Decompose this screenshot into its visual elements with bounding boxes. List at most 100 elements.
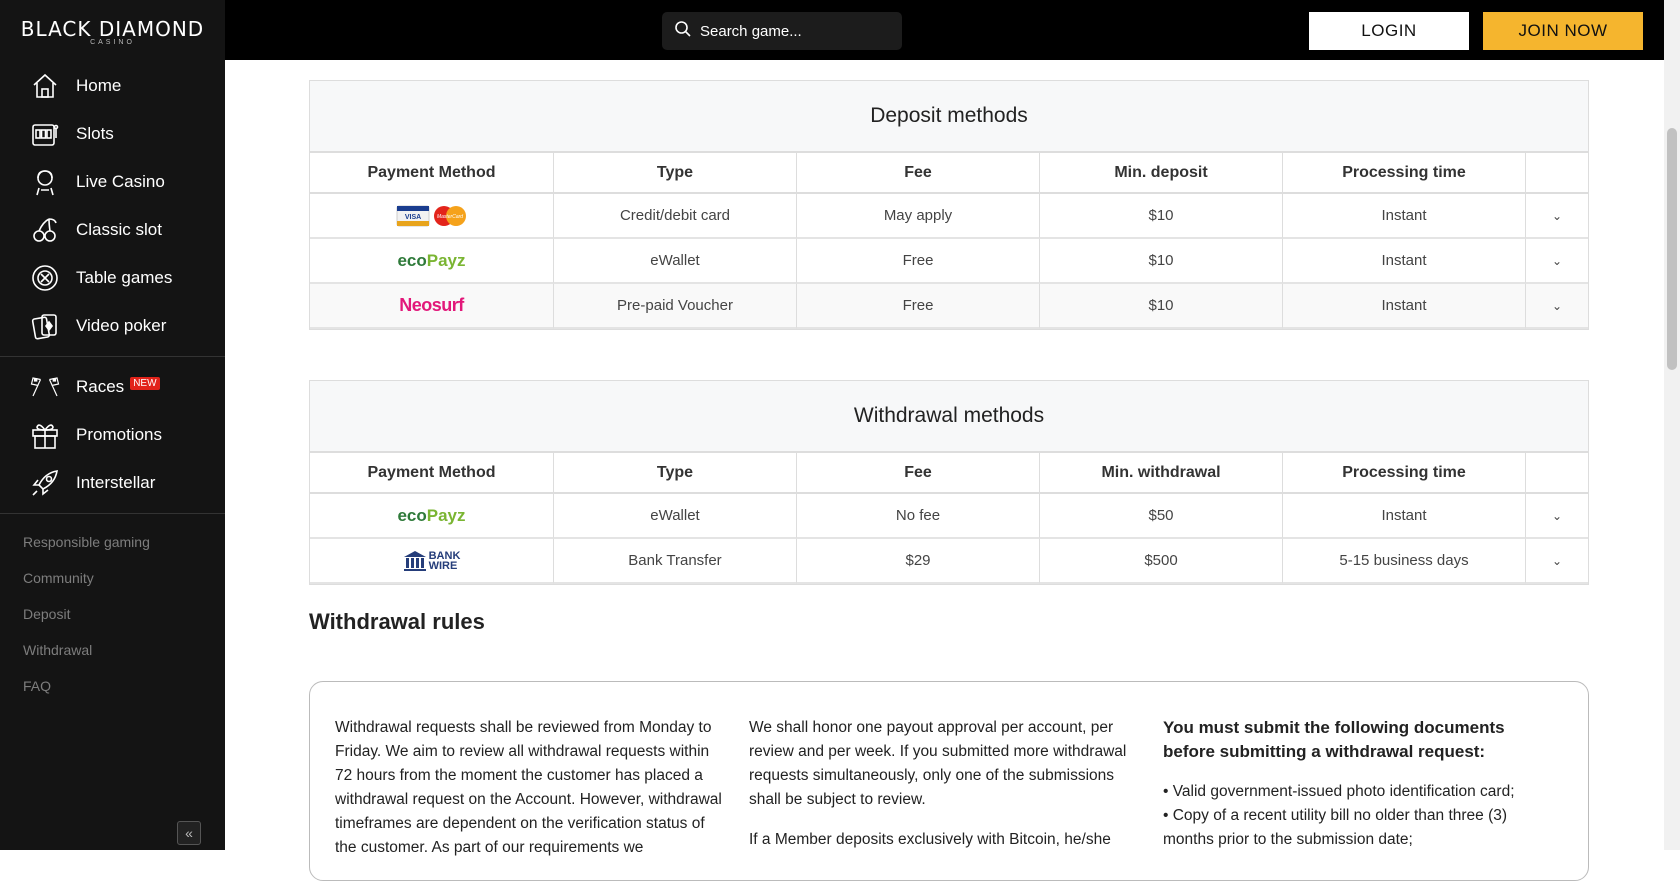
type-cell: eWallet [554, 239, 797, 284]
payment-method-cell: Neosurf [310, 284, 554, 329]
column-header: Payment Method [310, 453, 554, 494]
join-now-button[interactable]: JOIN NOW [1483, 12, 1643, 50]
withdrawal-methods-table: Withdrawal methods Payment Method Type F… [309, 380, 1589, 585]
expand-row-button[interactable]: ⌄ [1526, 539, 1588, 584]
brand-tagline: CASINO [90, 38, 135, 46]
home-icon [30, 71, 60, 101]
sidebar-item-slots[interactable]: Slots [0, 110, 225, 158]
footer-links: Responsible gaming Community Deposit Wit… [0, 520, 225, 704]
rocket-icon [30, 468, 60, 498]
table-row[interactable]: VISA MasterCard Credit/debit card May ap… [310, 194, 1588, 239]
mastercard-logo: MasterCard [433, 205, 466, 226]
withdrawal-rules-box: Withdrawal requests shall be reviewed fr… [309, 681, 1589, 881]
document-item: • Valid government-issued photo identifi… [1163, 783, 1515, 800]
login-button[interactable]: LOGIN [1309, 12, 1469, 50]
chevron-down-icon: ⌄ [1551, 298, 1563, 313]
sidebar-item-label: Live Casino [76, 172, 165, 191]
rules-paragraph: We shall honor one payout approval per a… [749, 719, 1127, 808]
column-header: Fee [797, 453, 1040, 494]
new-badge: NEW [130, 376, 160, 390]
min-deposit-cell: $10 [1040, 284, 1283, 329]
payment-method-cell: BANK WIRE [310, 539, 554, 584]
link-faq[interactable]: FAQ [0, 668, 225, 704]
required-documents-heading: You must submit the following documents … [1163, 718, 1505, 761]
column-header: Processing time [1283, 453, 1526, 494]
sidebar-item-table-games[interactable]: Table games [0, 254, 225, 302]
column-header: Min. deposit [1040, 153, 1283, 194]
expand-row-button[interactable]: ⌄ [1526, 284, 1588, 329]
fee-cell: $29 [797, 539, 1040, 584]
sidebar-item-races[interactable]: Races NEW [0, 363, 225, 411]
table-header-row: Payment Method Type Fee Min. withdrawal … [310, 453, 1588, 494]
search-icon [674, 20, 692, 43]
sidebar-item-label: Promotions [76, 425, 162, 444]
table-row[interactable]: ecoPayz eWallet Free $10 Instant ⌄ [310, 239, 1588, 284]
sidebar-item-promotions[interactable]: Promotions [0, 411, 225, 459]
secondary-nav: Races NEW Promotions Interstellar [0, 363, 225, 507]
sidebar-item-home[interactable]: Home [0, 62, 225, 110]
payment-method-cell: ecoPayz [310, 239, 554, 284]
neosurf-logo: Neosurf [399, 295, 464, 315]
ecopayz-logo: ecoPayz [397, 250, 466, 270]
fee-cell: No fee [797, 494, 1040, 539]
type-cell: Pre-paid Voucher [554, 284, 797, 329]
expand-row-button[interactable]: ⌄ [1526, 239, 1588, 284]
search-input[interactable] [700, 22, 890, 40]
type-cell: Bank Transfer [554, 539, 797, 584]
column-header: Processing time [1283, 153, 1526, 194]
ecopayz-logo: ecoPayz [397, 505, 466, 525]
withdrawal-methods-title: Withdrawal methods [310, 381, 1588, 453]
processing-time-cell: Instant [1283, 194, 1526, 239]
expand-row-button[interactable]: ⌄ [1526, 494, 1588, 539]
type-cell: Credit/debit card [554, 194, 797, 239]
table-row[interactable]: Neosurf Pre-paid Voucher Free $10 Instan… [310, 284, 1588, 329]
column-header: Type [554, 453, 797, 494]
sidebar-item-label: Races [76, 377, 125, 396]
sidebar-item-video-poker[interactable]: Video poker [0, 302, 225, 350]
column-header: Type [554, 153, 797, 194]
link-community[interactable]: Community [0, 560, 225, 596]
table-header-row: Payment Method Type Fee Min. deposit Pro… [310, 153, 1588, 194]
search-bar[interactable] [662, 12, 902, 50]
link-responsible-gaming[interactable]: Responsible gaming [0, 524, 225, 560]
fee-cell: May apply [797, 194, 1040, 239]
column-header: Min. withdrawal [1040, 453, 1283, 494]
chevron-down-icon: ⌄ [1551, 553, 1563, 568]
sidebar-item-live-casino[interactable]: Live Casino [0, 158, 225, 206]
type-cell: eWallet [554, 494, 797, 539]
payment-method-cell: VISA MasterCard [310, 194, 554, 239]
min-deposit-cell: $10 [1040, 239, 1283, 284]
column-header-empty [1526, 453, 1588, 494]
brand-logo[interactable]: BLACK DIAMOND CASINO [0, 0, 225, 62]
svg-text:VISA: VISA [404, 214, 420, 221]
bank-wire-logo: BANK WIRE [403, 550, 460, 572]
page-scrollbar[interactable] [1664, 0, 1680, 850]
slots-icon [30, 119, 60, 149]
rules-paragraph: If a Member deposits exclusively with Bi… [749, 831, 1111, 848]
fee-cell: Free [797, 239, 1040, 284]
race-flags-icon [30, 372, 60, 402]
sidebar-item-interstellar[interactable]: Interstellar [0, 459, 225, 507]
roulette-icon [30, 263, 60, 293]
min-withdrawal-cell: $50 [1040, 494, 1283, 539]
rules-column-2: We shall honor one payout approval per a… [749, 716, 1139, 880]
sidebar-item-classic-slot[interactable]: Classic slot [0, 206, 225, 254]
processing-time-cell: Instant [1283, 494, 1526, 539]
expand-row-button[interactable]: ⌄ [1526, 194, 1588, 239]
column-header-empty [1526, 153, 1588, 194]
table-row[interactable]: ecoPayz eWallet No fee $50 Instant ⌄ [310, 494, 1588, 539]
withdrawal-rules-title: Withdrawal rules [309, 609, 485, 634]
collapse-sidebar-button[interactable]: « [177, 821, 201, 845]
scrollbar-thumb[interactable] [1667, 128, 1677, 370]
rules-paragraph: Withdrawal requests shall be reviewed fr… [335, 719, 722, 856]
bank-icon [403, 550, 426, 571]
link-withdrawal[interactable]: Withdrawal [0, 632, 225, 668]
link-deposit[interactable]: Deposit [0, 596, 225, 632]
table-row[interactable]: BANK WIRE Bank Transfer $29 $500 5-15 bus… [310, 539, 1588, 584]
sidebar: BLACK DIAMOND CASINO Home Slots Live Cas… [0, 0, 225, 850]
visa-logo: VISA [396, 205, 429, 226]
main-content: Deposit methods Payment Method Type Fee … [309, 60, 1589, 881]
chevron-down-icon: ⌄ [1551, 208, 1563, 223]
column-header: Fee [797, 153, 1040, 194]
gift-icon [30, 420, 60, 450]
